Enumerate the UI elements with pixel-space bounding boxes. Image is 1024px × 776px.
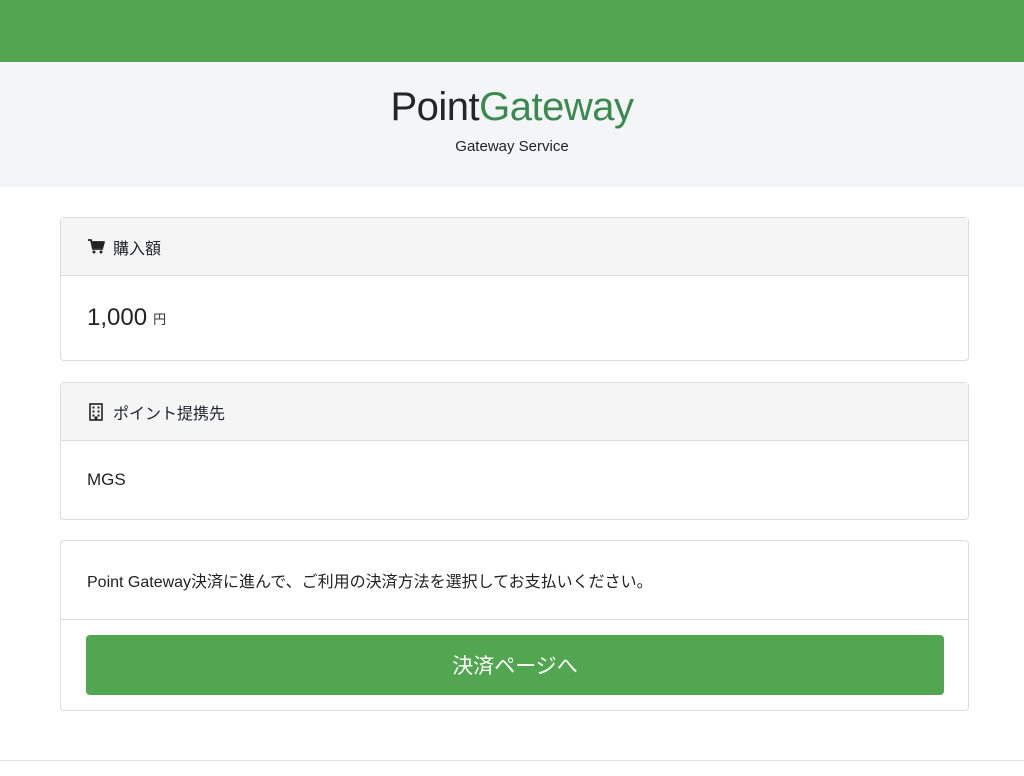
go-to-payment-button[interactable]: 決済ページへ — [86, 635, 944, 695]
purchase-amount-label: 購入額 — [113, 240, 162, 258]
purchase-amount-value: 1,000 — [87, 304, 148, 331]
currency-unit: 円 — [153, 311, 167, 327]
building-icon — [87, 402, 105, 421]
cart-icon — [87, 238, 105, 256]
logo: PointGateway — [0, 84, 1024, 130]
point-partner-value: MGS — [87, 470, 126, 489]
brand-subtitle: Gateway Service — [455, 138, 569, 155]
logo-part2: Gateway — [479, 85, 634, 129]
point-partner-card: ポイント提携先 MGS — [60, 382, 969, 520]
purchase-amount-body: 1,000 円 — [61, 276, 968, 360]
point-partner-header: ポイント提携先 — [61, 383, 968, 441]
payment-description: Point Gateway決済に進んで、ご利用の決済方法を選択してお支払いくださ… — [61, 541, 968, 620]
brand-header: PointGateway Gateway Service — [0, 62, 1024, 187]
purchase-amount-header: 購入額 — [61, 218, 968, 276]
point-partner-label: ポイント提携先 — [113, 405, 226, 423]
purchase-amount-card: 購入額 1,000 円 — [60, 217, 969, 361]
logo-part1: Point — [390, 85, 480, 129]
payment-card: Point Gateway決済に進んで、ご利用の決済方法を選択してお支払いくださ… — [60, 540, 969, 711]
top-bar — [0, 0, 1024, 62]
footer-divider — [0, 760, 1024, 761]
